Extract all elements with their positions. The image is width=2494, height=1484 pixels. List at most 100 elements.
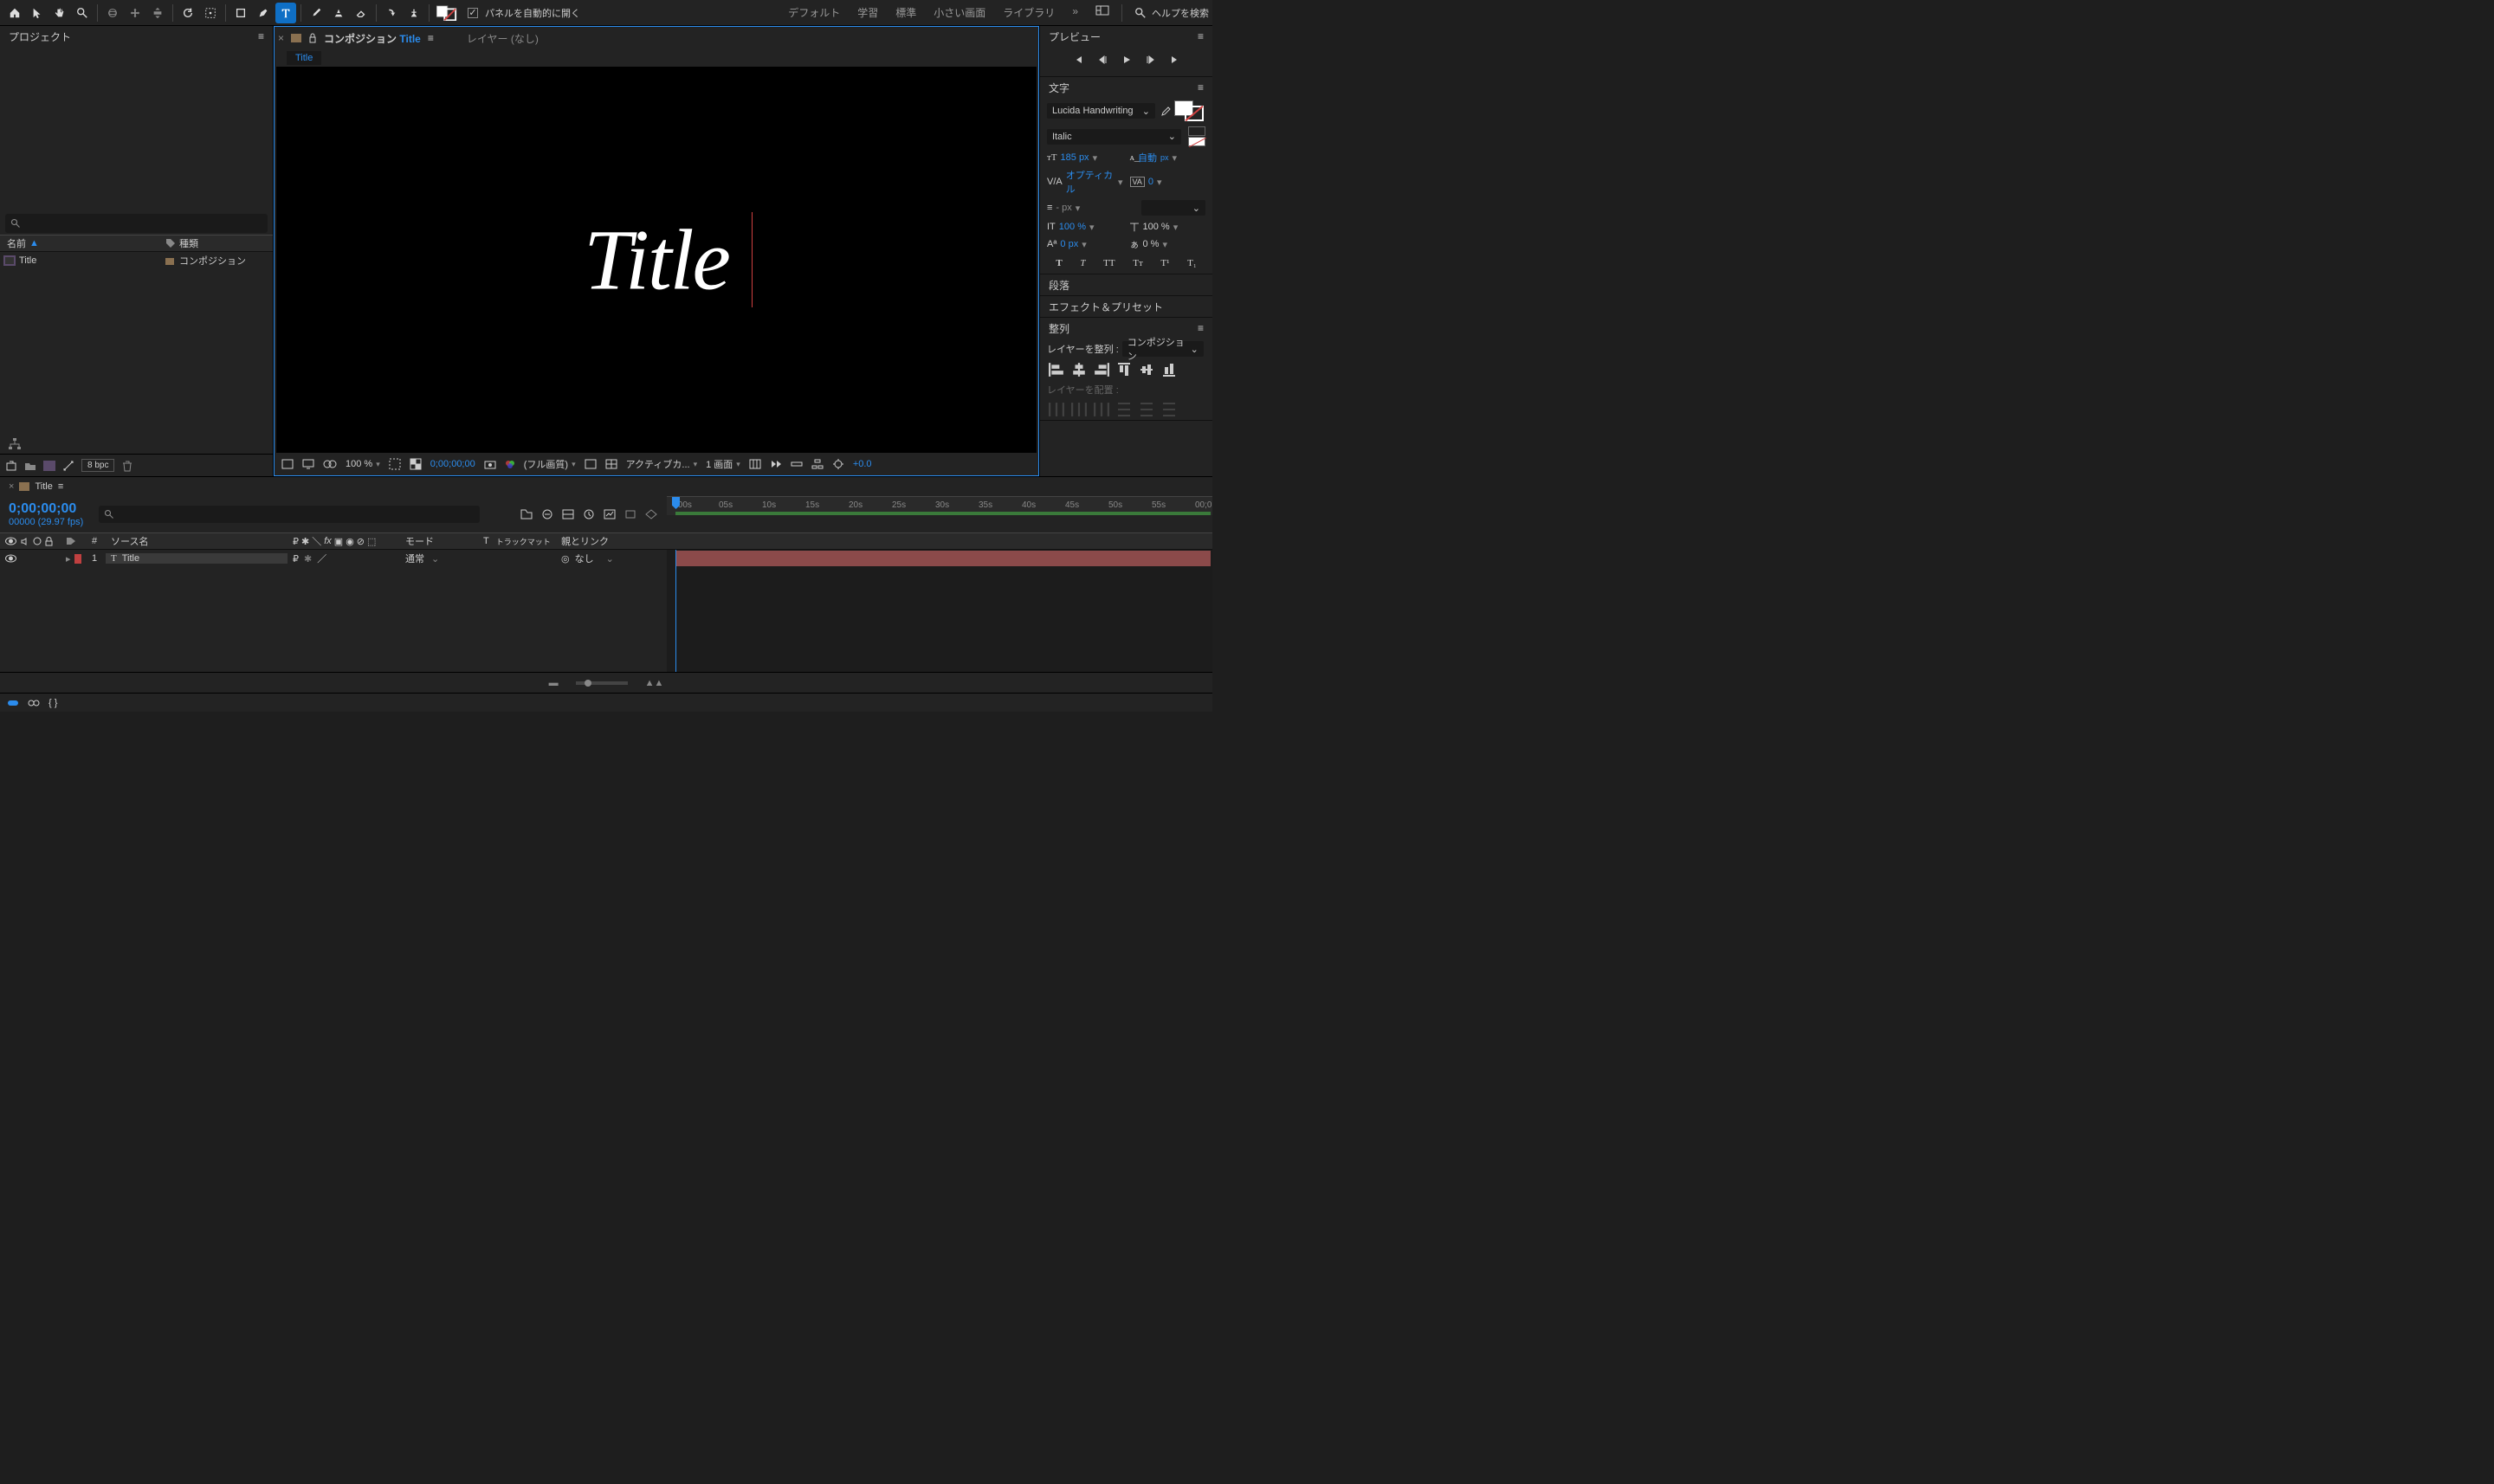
- lock-icon[interactable]: [308, 33, 317, 43]
- pickwhip-icon[interactable]: ◎: [561, 553, 570, 565]
- zoom-in-icon[interactable]: ▲▲: [645, 678, 664, 688]
- timeline-search[interactable]: [99, 506, 480, 523]
- pen-tool-icon[interactable]: [253, 3, 274, 23]
- solo-col-icon[interactable]: [33, 537, 42, 545]
- first-frame-icon[interactable]: [1072, 54, 1084, 66]
- leading-field[interactable]: ᴀ͟自動px▾: [1130, 151, 1206, 165]
- reset-workspace-icon[interactable]: [1095, 5, 1109, 20]
- label-col-icon[interactable]: [66, 537, 76, 545]
- font-style-dropdown[interactable]: Italic⌄: [1047, 129, 1181, 145]
- comp-mini-icon[interactable]: [520, 508, 533, 520]
- project-item[interactable]: Title コンポジション: [0, 252, 273, 269]
- tracking-field[interactable]: VA0▾: [1130, 168, 1206, 196]
- stroke-style-dropdown[interactable]: ⌄: [1141, 200, 1205, 216]
- swatch-white-strike[interactable]: [1188, 137, 1205, 146]
- subscript-btn[interactable]: T₁: [1187, 258, 1197, 268]
- last-frame-icon[interactable]: [1169, 54, 1181, 66]
- panel-menu-icon[interactable]: ≡: [1198, 81, 1204, 94]
- trash-icon[interactable]: [121, 460, 133, 472]
- shape-tool-icon[interactable]: [230, 3, 251, 23]
- display-icon[interactable]: [302, 459, 314, 469]
- adjust-icon[interactable]: [62, 460, 74, 472]
- toggle-switches-icon[interactable]: [7, 697, 19, 709]
- comp-subtab[interactable]: Title: [287, 51, 321, 65]
- roto-tool-icon[interactable]: [381, 3, 402, 23]
- layer-label-color[interactable]: [74, 554, 81, 564]
- layer-name-cell[interactable]: T Title: [106, 553, 288, 564]
- effects-title[interactable]: エフェクト＆プリセット: [1049, 300, 1163, 314]
- draft3d-icon[interactable]: [624, 508, 637, 520]
- timeline-layer-row[interactable]: ▸ 1 T Title ₽✱／ 通常⌄ ◎ なし⌄: [0, 550, 667, 567]
- timeline-track-area[interactable]: [667, 550, 1212, 672]
- hscale-field[interactable]: 丅100 %▾: [1130, 220, 1206, 234]
- layer-mode[interactable]: 通常: [405, 552, 424, 565]
- exposure-icon[interactable]: [832, 458, 844, 470]
- workspace-library[interactable]: ライブラリ: [1003, 5, 1055, 20]
- workspace-default[interactable]: デフォルト: [788, 5, 840, 20]
- workspace-learn[interactable]: 学習: [857, 5, 878, 20]
- shy-icon[interactable]: [540, 508, 554, 520]
- auto-open-panels[interactable]: ✓ パネルを自動的に開く: [468, 6, 580, 20]
- toggle-modes-icon[interactable]: [28, 697, 40, 709]
- zoom-out-icon[interactable]: ▬: [549, 678, 559, 688]
- tsume-field[interactable]: ぁ0 %▾: [1130, 237, 1206, 251]
- selection-tool-icon[interactable]: [27, 3, 48, 23]
- timeline-timecode[interactable]: 0;00;00;00: [9, 501, 83, 517]
- pan-camera-icon[interactable]: [125, 3, 145, 23]
- swatch-black[interactable]: [1188, 126, 1205, 136]
- comp-tab-menu-icon[interactable]: ≡: [428, 32, 434, 44]
- brush-tool-icon[interactable]: [306, 3, 326, 23]
- text-tool-icon[interactable]: [275, 3, 296, 23]
- layer-parent[interactable]: なし: [575, 552, 594, 565]
- workspace-more-icon[interactable]: »: [1072, 5, 1078, 20]
- col-parent[interactable]: 親とリンク: [556, 533, 667, 549]
- panel-menu-icon[interactable]: ≡: [1198, 322, 1204, 334]
- render-icon[interactable]: [644, 508, 658, 520]
- hand-tool-icon[interactable]: [49, 3, 70, 23]
- work-area-bar[interactable]: [675, 512, 1211, 515]
- zoom-tool-icon[interactable]: [72, 3, 93, 23]
- align-to-dropdown[interactable]: コンポジション⌄: [1122, 341, 1204, 357]
- smallcaps-btn[interactable]: Tᴛ: [1133, 258, 1143, 268]
- align-bottom-icon[interactable]: [1161, 363, 1177, 377]
- canvas-text[interactable]: Title: [584, 210, 729, 310]
- magnify-icon[interactable]: [281, 459, 294, 469]
- bold-btn[interactable]: T: [1056, 258, 1062, 268]
- fill-stroke-icon[interactable]: [436, 5, 457, 21]
- stroke-width[interactable]: - px: [1056, 203, 1071, 213]
- exposure-value[interactable]: +0.0: [853, 459, 872, 469]
- prev-frame-icon[interactable]: [1096, 54, 1108, 66]
- twirl-icon[interactable]: ▸: [66, 553, 71, 565]
- panel-menu-icon[interactable]: ≡: [58, 481, 63, 492]
- lock-col-icon[interactable]: [45, 537, 53, 546]
- channel-icon[interactable]: [505, 459, 515, 469]
- help-search[interactable]: ヘルプを検索: [1134, 6, 1209, 20]
- timeline-icon[interactable]: [791, 459, 803, 469]
- next-frame-icon[interactable]: [1145, 54, 1157, 66]
- bpc-label[interactable]: 8 bpc: [81, 459, 114, 472]
- align-left-icon[interactable]: [1049, 363, 1064, 377]
- composition-viewer[interactable]: Title: [276, 67, 1037, 453]
- col-source[interactable]: ソース名: [106, 533, 288, 549]
- quality-dropdown[interactable]: (フル画質): [524, 457, 576, 471]
- transparency-icon[interactable]: [410, 458, 422, 470]
- motion-blur-icon[interactable]: [582, 508, 596, 520]
- col-type-header[interactable]: 種類: [160, 236, 273, 250]
- checkbox-icon[interactable]: ✓: [468, 8, 478, 18]
- snapshot-icon[interactable]: [484, 459, 496, 469]
- frame-blend-icon[interactable]: [561, 508, 575, 520]
- eyedropper-icon[interactable]: [1159, 105, 1171, 117]
- mask-icon[interactable]: [323, 459, 337, 469]
- fill-stroke-swatches[interactable]: [1174, 100, 1205, 121]
- align-top-icon[interactable]: [1116, 363, 1132, 377]
- dolly-tool-icon[interactable]: [147, 3, 168, 23]
- flow-icon[interactable]: [811, 459, 824, 469]
- graph-icon[interactable]: [603, 508, 617, 520]
- zoom-dropdown[interactable]: 100 %: [346, 459, 380, 469]
- align-vcenter-icon[interactable]: [1139, 363, 1154, 377]
- resolution-icon[interactable]: [389, 458, 401, 470]
- panel-menu-icon[interactable]: ≡: [258, 30, 264, 42]
- col-mode[interactable]: モード: [400, 533, 478, 549]
- vscale-field[interactable]: IT100 %▾: [1047, 220, 1123, 234]
- stroke-width-icon[interactable]: ≡: [1047, 203, 1052, 213]
